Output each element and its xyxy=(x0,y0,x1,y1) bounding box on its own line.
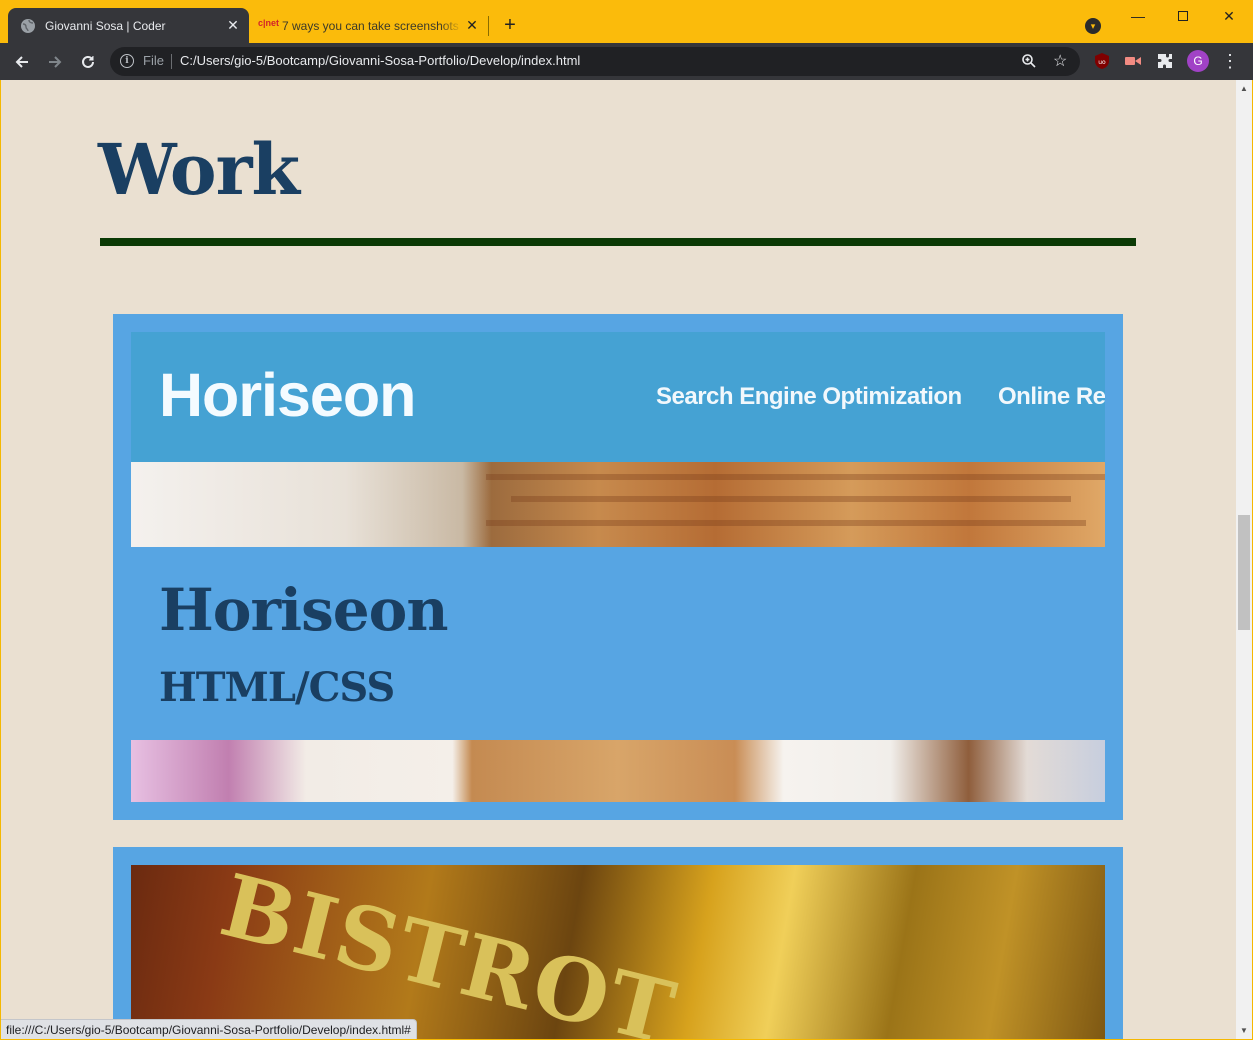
window-close-icon[interactable]: ✕ xyxy=(1218,6,1240,26)
project-screenshot-footer xyxy=(131,740,1105,802)
page-viewport: Work Horiseon Search Engine Optimization… xyxy=(1,80,1236,1039)
screenshot-nav-item: Online Re xyxy=(998,383,1105,410)
scheme-label: File xyxy=(143,53,164,68)
project-card-bistro[interactable]: BISTROT xyxy=(113,847,1123,1039)
forward-icon[interactable] xyxy=(43,50,67,74)
new-tab-button[interactable]: + xyxy=(499,14,521,36)
section-divider xyxy=(100,238,1136,246)
zoom-icon[interactable] xyxy=(1021,53,1037,69)
divider xyxy=(171,54,172,69)
reload-icon[interactable] xyxy=(76,50,100,74)
close-tab-icon[interactable]: ✕ xyxy=(462,16,482,36)
tab-strip: Giovanni Sosa | Coder ✕ c|net 7 ways you… xyxy=(0,0,1253,43)
tab-giovanni-sosa[interactable]: Giovanni Sosa | Coder ✕ xyxy=(8,8,249,43)
project-card-horiseon[interactable]: Horiseon Search Engine Optimization Onli… xyxy=(113,314,1123,820)
project-tech: HTML/CSS xyxy=(159,664,395,711)
project-screenshot: Horiseon Search Engine Optimization Onli… xyxy=(131,332,1105,547)
close-tab-icon[interactable]: ✕ xyxy=(223,16,243,36)
cnet-icon: c|net xyxy=(258,17,280,28)
page-scrollbar[interactable]: ▲ ▼ xyxy=(1236,80,1252,1039)
project-screenshot: BISTROT xyxy=(131,865,1105,1039)
tab-cnet[interactable]: c|net 7 ways you can take screenshots ✕ xyxy=(252,8,488,43)
section-title: Work xyxy=(98,128,300,211)
tab-separator xyxy=(488,16,489,36)
tab-search-icon[interactable]: ▾ xyxy=(1085,18,1101,34)
scrollbar-thumb[interactable] xyxy=(1238,515,1250,630)
screenshot-nav-item: Search Engine Optimization xyxy=(656,383,962,410)
scroll-down-icon[interactable]: ▼ xyxy=(1240,1026,1248,1035)
status-bubble: file:///C:/Users/gio-5/Bootcamp/Giovanni… xyxy=(1,1019,417,1039)
browser-menu-icon[interactable]: ⋮ xyxy=(1221,51,1239,71)
minimize-icon[interactable]: — xyxy=(1127,6,1149,26)
screenshot-hero-photo xyxy=(131,462,1105,547)
site-info-icon[interactable]: i xyxy=(120,54,134,68)
profile-avatar[interactable]: G xyxy=(1187,50,1209,72)
ublock-icon[interactable]: uo xyxy=(1093,52,1111,70)
scroll-up-icon[interactable]: ▲ xyxy=(1240,84,1248,93)
bistro-sign: BISTROT xyxy=(211,865,686,1039)
url-text[interactable]: C:/Users/gio-5/Bootcamp/Giovanni-Sosa-Po… xyxy=(180,53,580,68)
back-icon[interactable] xyxy=(10,50,34,74)
tab-title: 7 ways you can take screenshots xyxy=(282,18,459,33)
screenshot-header: Horiseon Search Engine Optimization Onli… xyxy=(131,332,1105,462)
tab-title: Giovanni Sosa | Coder xyxy=(45,18,166,33)
extensions-puzzle-icon[interactable] xyxy=(1156,52,1174,70)
browser-toolbar: i File C:/Users/gio-5/Bootcamp/Giovanni-… xyxy=(0,43,1253,80)
screenshot-logo: Horiseon xyxy=(159,361,416,429)
project-name[interactable]: Horiseon xyxy=(159,576,448,644)
globe-icon xyxy=(21,18,35,33)
svg-text:uo: uo xyxy=(1098,59,1106,66)
maximize-icon[interactable] xyxy=(1172,6,1194,26)
recorder-extension-icon[interactable] xyxy=(1124,52,1142,70)
address-bar[interactable]: i File C:/Users/gio-5/Bootcamp/Giovanni-… xyxy=(110,47,1080,76)
bookmark-star-icon[interactable]: ☆ xyxy=(1053,51,1067,71)
